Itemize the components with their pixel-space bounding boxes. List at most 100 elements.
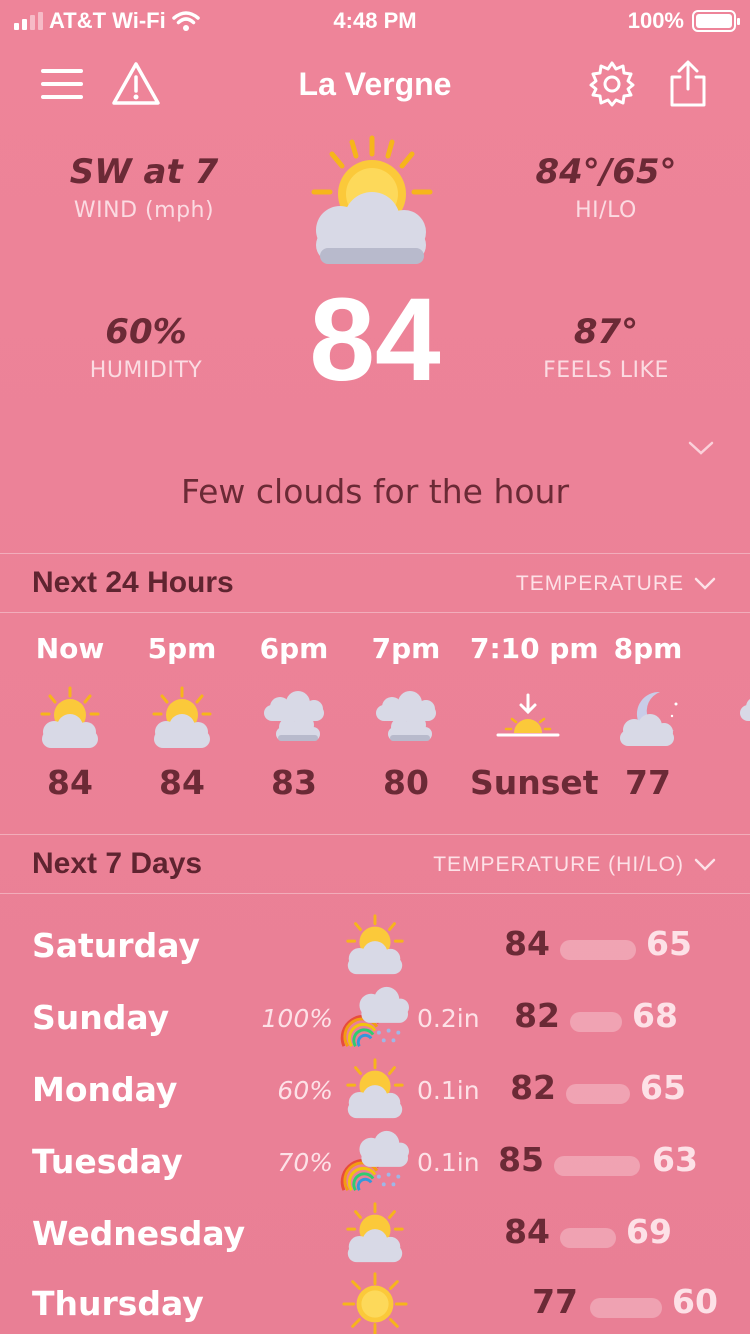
day-high: 84 bbox=[504, 1212, 550, 1251]
hour-value: 83 bbox=[271, 763, 317, 802]
hour-item: 5pm 84 bbox=[126, 612, 238, 802]
sun-behind-cloud-icon bbox=[346, 914, 404, 975]
day-row[interactable]: Wednesday 84 69 bbox=[0, 1198, 750, 1270]
day-name: Sunday bbox=[32, 998, 170, 1037]
humidity-stat: 60% HUMIDITY bbox=[26, 312, 266, 383]
hour-item: 7:10 pm Sunset bbox=[470, 612, 599, 802]
clouds-icon bbox=[350, 679, 462, 759]
sun-behind-cloud-icon bbox=[126, 679, 238, 759]
current-temperature: 84 bbox=[309, 274, 441, 406]
humidity-value: 60% bbox=[105, 312, 187, 352]
sun-icon bbox=[342, 1272, 408, 1334]
precip-chance: 70% bbox=[277, 1148, 333, 1177]
chevron-down-icon bbox=[694, 858, 716, 871]
wind-stat: SW at 7 WIND (mph) bbox=[24, 152, 264, 223]
temperature-range-bar bbox=[560, 940, 636, 960]
hour-value: 80 bbox=[383, 763, 429, 802]
day-name: Thursday bbox=[32, 1284, 204, 1323]
hourly-forecast[interactable]: Now 84 5pm 84 6pm 83 7pm 80 7:10 pm Suns… bbox=[0, 612, 750, 832]
hour-time: 7pm bbox=[371, 632, 441, 665]
hour-time: 5pm bbox=[147, 632, 217, 665]
chevron-down-icon[interactable] bbox=[688, 440, 714, 456]
sun-behind-cloud-icon bbox=[346, 1202, 404, 1263]
weather-screen: AT&T Wi-Fi 4:48 PM 100% La Vergne SW at … bbox=[0, 0, 750, 1334]
feels-like-stat: 87° FEELS LIKE bbox=[486, 312, 726, 383]
hour-time: 8pm bbox=[613, 632, 683, 665]
hour-value: 7 bbox=[714, 763, 750, 802]
rain-cloud-rainbow-icon bbox=[340, 1130, 409, 1191]
status-right: 100% bbox=[627, 8, 740, 34]
hour-item: 6pm 83 bbox=[238, 612, 350, 802]
day-row[interactable]: Thursday 77 60 bbox=[0, 1268, 750, 1334]
hilo-label: HI/LO bbox=[575, 198, 637, 223]
hourly-mode-selector[interactable]: TEMPERATURE bbox=[516, 572, 716, 596]
day-high: 82 bbox=[514, 996, 560, 1035]
feels-like-value: 87° bbox=[573, 312, 639, 352]
precip-chance: 60% bbox=[277, 1076, 333, 1105]
feels-like-label: FEELS LIKE bbox=[543, 358, 669, 383]
clouds-icon bbox=[714, 679, 750, 759]
day-low: 65 bbox=[640, 1068, 686, 1107]
daily-mode-label: TEMPERATURE (HI/LO) bbox=[433, 853, 684, 876]
hour-value: Sunset bbox=[470, 763, 599, 802]
battery-percent: 100% bbox=[627, 8, 684, 33]
sunset-icon bbox=[470, 679, 586, 759]
hour-time: Now bbox=[35, 632, 105, 665]
hour-value: 84 bbox=[159, 763, 205, 802]
summary-text: Few clouds for the hour bbox=[180, 472, 570, 511]
day-low: 65 bbox=[646, 924, 692, 963]
hourly-section-title: Next 24 Hours bbox=[32, 566, 234, 599]
hour-value: 84 bbox=[47, 763, 93, 802]
chevron-down-icon bbox=[694, 577, 716, 590]
day-high: 82 bbox=[510, 1068, 556, 1107]
day-name: Saturday bbox=[32, 926, 200, 965]
hour-time: 9 bbox=[714, 632, 750, 665]
day-name: Monday bbox=[32, 1070, 178, 1109]
day-low: 68 bbox=[632, 996, 678, 1035]
clouds-icon bbox=[238, 679, 350, 759]
precip-amount: 0.1in bbox=[417, 1148, 480, 1177]
precip-amount: 0.1in bbox=[417, 1076, 480, 1105]
day-low: 69 bbox=[626, 1212, 672, 1251]
day-row[interactable]: Monday 60% 0.1in 82 65 bbox=[0, 1054, 750, 1126]
daily-mode-selector[interactable]: TEMPERATURE (HI/LO) bbox=[433, 853, 716, 877]
battery-icon bbox=[692, 10, 740, 32]
hour-value: 77 bbox=[625, 763, 671, 802]
day-low: 63 bbox=[652, 1140, 698, 1179]
hour-item: 8pm 77 bbox=[592, 612, 704, 802]
hourly-section-header: Next 24 Hours TEMPERATURE bbox=[0, 553, 750, 613]
hilo-value: 84°/65° bbox=[535, 152, 677, 192]
share-icon[interactable] bbox=[662, 58, 714, 110]
hourly-mode-label: TEMPERATURE bbox=[515, 572, 684, 595]
day-row[interactable]: Sunday 100% 0.2in 82 68 bbox=[0, 982, 750, 1054]
daily-section-header: Next 7 Days TEMPERATURE (HI/LO) bbox=[0, 834, 750, 894]
sun-behind-cloud-icon bbox=[311, 135, 433, 264]
sun-behind-cloud-icon bbox=[14, 679, 126, 759]
precip-chance: 100% bbox=[261, 1004, 333, 1033]
day-name: Wednesday bbox=[32, 1214, 246, 1253]
sun-behind-cloud-icon bbox=[346, 1058, 404, 1119]
temperature-range-bar bbox=[566, 1084, 630, 1104]
hour-item: 7pm 80 bbox=[350, 612, 462, 802]
day-high: 77 bbox=[532, 1282, 578, 1321]
wind-label: WIND (mph) bbox=[73, 198, 215, 223]
temperature-range-bar bbox=[554, 1156, 640, 1176]
day-high: 85 bbox=[498, 1140, 544, 1179]
humidity-label: HUMIDITY bbox=[89, 358, 203, 383]
day-low: 60 bbox=[672, 1282, 718, 1321]
daily-section-title: Next 7 Days bbox=[32, 847, 203, 880]
temperature-range-bar bbox=[590, 1298, 662, 1318]
rain-cloud-rainbow-icon bbox=[340, 986, 409, 1047]
nav-bar: La Vergne bbox=[0, 52, 750, 116]
day-row[interactable]: Saturday 84 65 bbox=[0, 910, 750, 982]
gear-icon[interactable] bbox=[586, 58, 638, 110]
day-high: 84 bbox=[504, 924, 550, 963]
hour-time: 6pm bbox=[259, 632, 329, 665]
temperature-range-bar bbox=[560, 1228, 616, 1248]
hilo-stat: 84°/65° HI/LO bbox=[486, 152, 726, 223]
hour-item: 9 7 bbox=[714, 612, 750, 802]
moon-cloud-icon bbox=[592, 679, 704, 759]
hour-time: 7:10 pm bbox=[470, 632, 599, 665]
temperature-range-bar bbox=[570, 1012, 622, 1032]
day-row[interactable]: Tuesday 70% 0.1in 85 63 bbox=[0, 1126, 750, 1198]
